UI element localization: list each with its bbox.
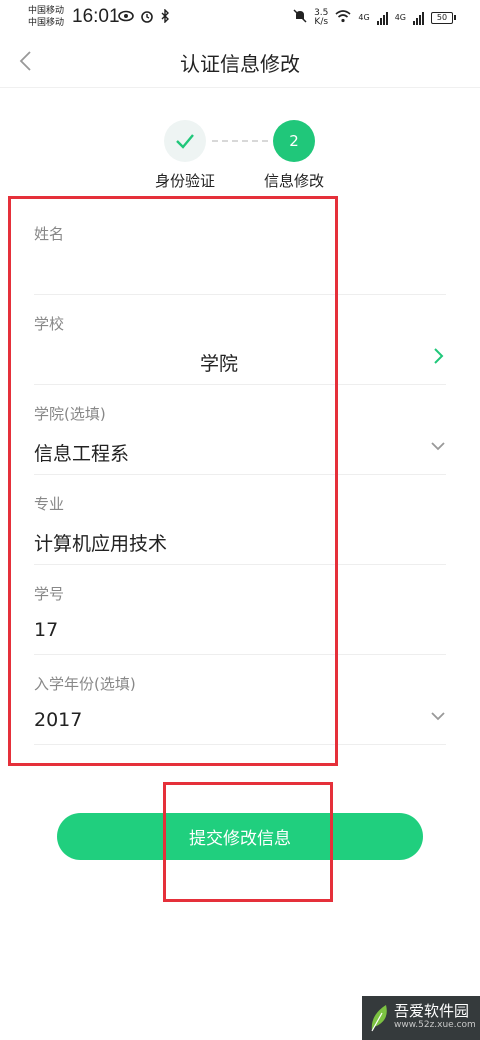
year-value: 2017 <box>34 709 83 731</box>
chevron-right-icon <box>434 348 444 364</box>
battery-icon: 50 <box>431 11 456 24</box>
watermark: 吾爱软件园 www.52z.xue.com <box>362 996 480 1040</box>
step-1-label: 身份验证 <box>154 172 215 190</box>
watermark-url: www.52z.xue.com <box>394 1020 476 1030</box>
speed-unit: K/s <box>314 16 329 27</box>
step-indicator: 2 身份验证 信息修改 <box>0 118 480 193</box>
battery-level: 50 <box>431 11 453 24</box>
student-id-label: 学号 <box>34 585 65 603</box>
carrier-1: 中国移动 <box>28 6 65 16</box>
major-value[interactable]: 计算机应用技术 <box>34 529 167 556</box>
step-1-circle <box>164 120 206 162</box>
network-speed: 3.5 K/s <box>314 8 329 27</box>
status-bar: 中国移动 中国移动 16:01 3.5 K/s 4G 4G 50 <box>0 0 480 36</box>
leaf-logo-icon <box>371 1005 387 1032</box>
mute-icon <box>293 8 307 27</box>
school-field[interactable]: 学校 学院 <box>34 295 446 385</box>
status-icons-left <box>118 8 170 27</box>
nav-header: 认证信息修改 <box>0 36 480 88</box>
step-2-circle: 2 <box>273 120 315 162</box>
college-value: 信息工程系 <box>34 443 130 465</box>
status-time: 16:01 <box>72 6 120 27</box>
name-label: 姓名 <box>34 225 65 243</box>
signal-icon <box>376 11 388 25</box>
step-connector <box>212 140 268 142</box>
watermark-title: 吾爱软件园 <box>394 1002 470 1020</box>
school-value: 学院 <box>200 353 239 375</box>
major-field[interactable]: 专业 计算机应用技术 <box>34 475 446 565</box>
name-field[interactable]: 姓名 <box>34 205 446 295</box>
eye-icon <box>118 9 134 27</box>
net-type-2: 4G <box>394 13 406 22</box>
chevron-down-icon <box>431 442 445 451</box>
major-label: 专业 <box>34 495 65 513</box>
year-field[interactable]: 入学年份(选填) 2017 <box>34 655 446 745</box>
year-label: 入学年份(选填) <box>34 675 136 693</box>
alarm-icon <box>140 9 154 27</box>
check-icon <box>176 134 194 149</box>
info-form: 姓名 学校 学院 学院(选填) 信息工程系 专业 计算机应用技术 学号 17 入… <box>34 205 446 745</box>
carrier-2: 中国移动 <box>28 18 65 28</box>
page: 中国移动 中国移动 16:01 3.5 K/s 4G 4G 50 认证信息修改 … <box>0 0 480 1040</box>
submit-button[interactable]: 提交修改信息 <box>57 813 423 860</box>
step-2-label: 信息修改 <box>263 172 324 190</box>
college-field[interactable]: 学院(选填) 信息工程系 <box>34 385 446 475</box>
chevron-down-icon <box>431 712 445 721</box>
status-icons-right: 3.5 K/s 4G 4G 50 <box>293 8 456 27</box>
page-title: 认证信息修改 <box>180 52 300 76</box>
carrier-info: 中国移动 中国移动 <box>28 5 64 29</box>
student-id-value[interactable]: 17 <box>34 619 58 641</box>
wifi-icon <box>335 8 351 27</box>
school-label: 学校 <box>34 315 65 333</box>
signal-icon <box>413 11 424 25</box>
bluetooth-icon <box>160 8 170 27</box>
net-type-1: 4G <box>358 13 370 22</box>
college-label: 学院(选填) <box>34 405 106 423</box>
student-id-field[interactable]: 学号 17 <box>34 565 446 655</box>
